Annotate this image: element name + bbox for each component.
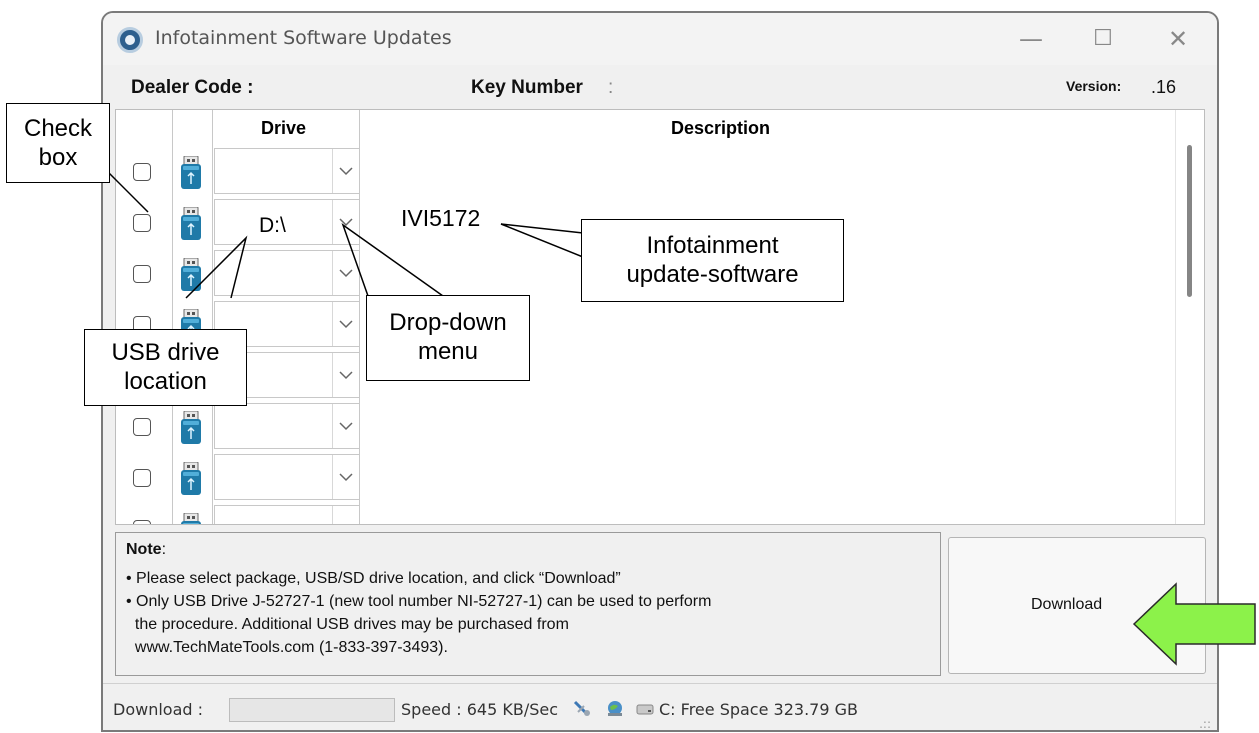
- note-title: Note:: [126, 541, 166, 559]
- row-checkbox[interactable]: [133, 163, 151, 181]
- note-line: the procedure. Additional USB drives may…: [126, 616, 569, 633]
- annotation-text: location: [124, 368, 207, 395]
- drive-dropdown[interactable]: [214, 505, 360, 524]
- resize-grip-icon[interactable]: .::: [1199, 717, 1211, 730]
- annotation-text: Drop-down: [389, 309, 507, 336]
- scrollbar-thumb[interactable]: [1187, 145, 1192, 297]
- info-bar: Dealer Code : Key Number : Version: .16: [103, 71, 1217, 107]
- column-separator: [212, 248, 213, 299]
- app-icon: [117, 27, 143, 53]
- vertical-scrollbar[interactable]: [1175, 110, 1204, 524]
- window-title: Infotainment Software Updates: [155, 27, 452, 49]
- note-title-text: Note: [126, 541, 162, 558]
- chevron-down-icon[interactable]: [332, 251, 359, 295]
- globe-icon: [605, 698, 625, 718]
- column-separator: [212, 146, 213, 197]
- grid-header: Drive Description: [116, 110, 1176, 147]
- network-icon: [572, 698, 592, 718]
- version-label: Version:: [1066, 78, 1122, 94]
- chevron-down-icon[interactable]: [332, 302, 359, 346]
- chevron-down-icon[interactable]: [332, 455, 359, 499]
- column-separator: [172, 248, 173, 299]
- download-progress-bar: [229, 698, 395, 722]
- column-separator: [212, 197, 213, 248]
- column-separator: [172, 401, 173, 452]
- download-button-label: Download: [1031, 596, 1103, 613]
- row-checkbox[interactable]: [133, 418, 151, 436]
- annotation-text: update-software: [626, 261, 799, 288]
- chevron-down-icon[interactable]: [332, 506, 359, 524]
- column-separator: [359, 110, 360, 146]
- chevron-down-icon[interactable]: [332, 404, 359, 448]
- row-checkbox[interactable]: [133, 469, 151, 487]
- table-row[interactable]: [116, 299, 1176, 351]
- column-separator: [172, 197, 173, 248]
- row-checkbox[interactable]: [133, 214, 151, 232]
- annotation-check-box: Check box: [6, 103, 110, 183]
- note-line: • Please select package, USB/SD drive lo…: [126, 570, 621, 587]
- column-separator: [172, 503, 173, 524]
- drive-dropdown[interactable]: [214, 454, 360, 500]
- column-header-drive[interactable]: Drive: [261, 118, 306, 139]
- row-checkbox[interactable]: [133, 265, 151, 283]
- drive-icon: [635, 698, 655, 718]
- chevron-down-icon[interactable]: [332, 200, 359, 244]
- version-value: .16: [1151, 77, 1177, 97]
- row-checkbox[interactable]: [133, 520, 151, 524]
- annotation-text: USB drive: [111, 339, 220, 366]
- maximize-button[interactable]: ☐: [1083, 23, 1123, 55]
- chevron-down-icon[interactable]: [332, 353, 359, 397]
- usb-icon: [180, 461, 202, 496]
- note-line: www.TechMateTools.com (1-833-397-3493).: [126, 639, 448, 656]
- annotation-text: Check: [23, 115, 93, 142]
- drive-dropdown[interactable]: [214, 148, 360, 194]
- column-separator: [212, 401, 213, 452]
- usb-icon: [180, 512, 202, 524]
- column-header-description[interactable]: Description: [671, 118, 770, 139]
- table-row[interactable]: [116, 146, 1176, 198]
- column-separator: [172, 452, 173, 503]
- drive-grid: Drive Description D:\ IVI5172: [115, 109, 1205, 525]
- annotation-drop-down-menu: Drop-down menu: [366, 295, 530, 381]
- drive-dropdown[interactable]: [214, 403, 360, 449]
- note-title-colon: :: [161, 541, 167, 558]
- app-window: Infotainment Software Updates — ☐ ✕ Deal…: [101, 11, 1219, 732]
- table-row[interactable]: [116, 503, 1176, 524]
- annotation-text: Infotainment: [646, 232, 779, 259]
- table-row[interactable]: [116, 401, 1176, 453]
- drive-value: D:\: [259, 214, 286, 237]
- annotation-usb-drive-location: USB drive location: [84, 329, 247, 406]
- download-status-label: Download :: [113, 700, 204, 719]
- column-separator: [172, 146, 173, 197]
- table-row[interactable]: [116, 452, 1176, 504]
- usb-icon: [180, 155, 202, 190]
- note-line: • Only USB Drive J-52727-1 (new tool num…: [126, 593, 712, 610]
- speed-label: Speed : 645 KB/Sec: [401, 700, 558, 719]
- row-description: IVI5172: [401, 205, 481, 231]
- table-row[interactable]: [116, 350, 1176, 402]
- green-arrow-icon: [1132, 582, 1256, 666]
- free-space-label: C: Free Space 323.79 GB: [659, 700, 858, 719]
- annotation-infotainment-software: Infotainment update-software: [581, 219, 844, 302]
- key-number-label: Key Number: [471, 77, 583, 98]
- drive-dropdown[interactable]: [214, 250, 360, 296]
- column-separator: [212, 452, 213, 503]
- key-number-colon: :: [608, 77, 614, 98]
- column-separator: [172, 110, 173, 146]
- usb-icon: [180, 206, 202, 241]
- title-bar: Infotainment Software Updates — ☐ ✕: [103, 13, 1217, 65]
- annotation-text: menu: [417, 338, 479, 365]
- annotation-text: box: [38, 144, 78, 171]
- usb-icon: [180, 410, 202, 445]
- minimize-button[interactable]: —: [1011, 23, 1051, 55]
- dealer-code-label: Dealer Code :: [131, 77, 254, 98]
- status-bar: Download : Speed : 645 KB/Sec C: Free Sp…: [103, 683, 1217, 730]
- column-separator: [212, 503, 213, 524]
- column-separator: [212, 110, 213, 146]
- close-button[interactable]: ✕: [1158, 23, 1198, 55]
- drive-dropdown[interactable]: D:\: [214, 199, 360, 245]
- usb-icon: [180, 257, 202, 292]
- chevron-down-icon[interactable]: [332, 149, 359, 193]
- note-panel: Note: • Please select package, USB/SD dr…: [115, 532, 941, 676]
